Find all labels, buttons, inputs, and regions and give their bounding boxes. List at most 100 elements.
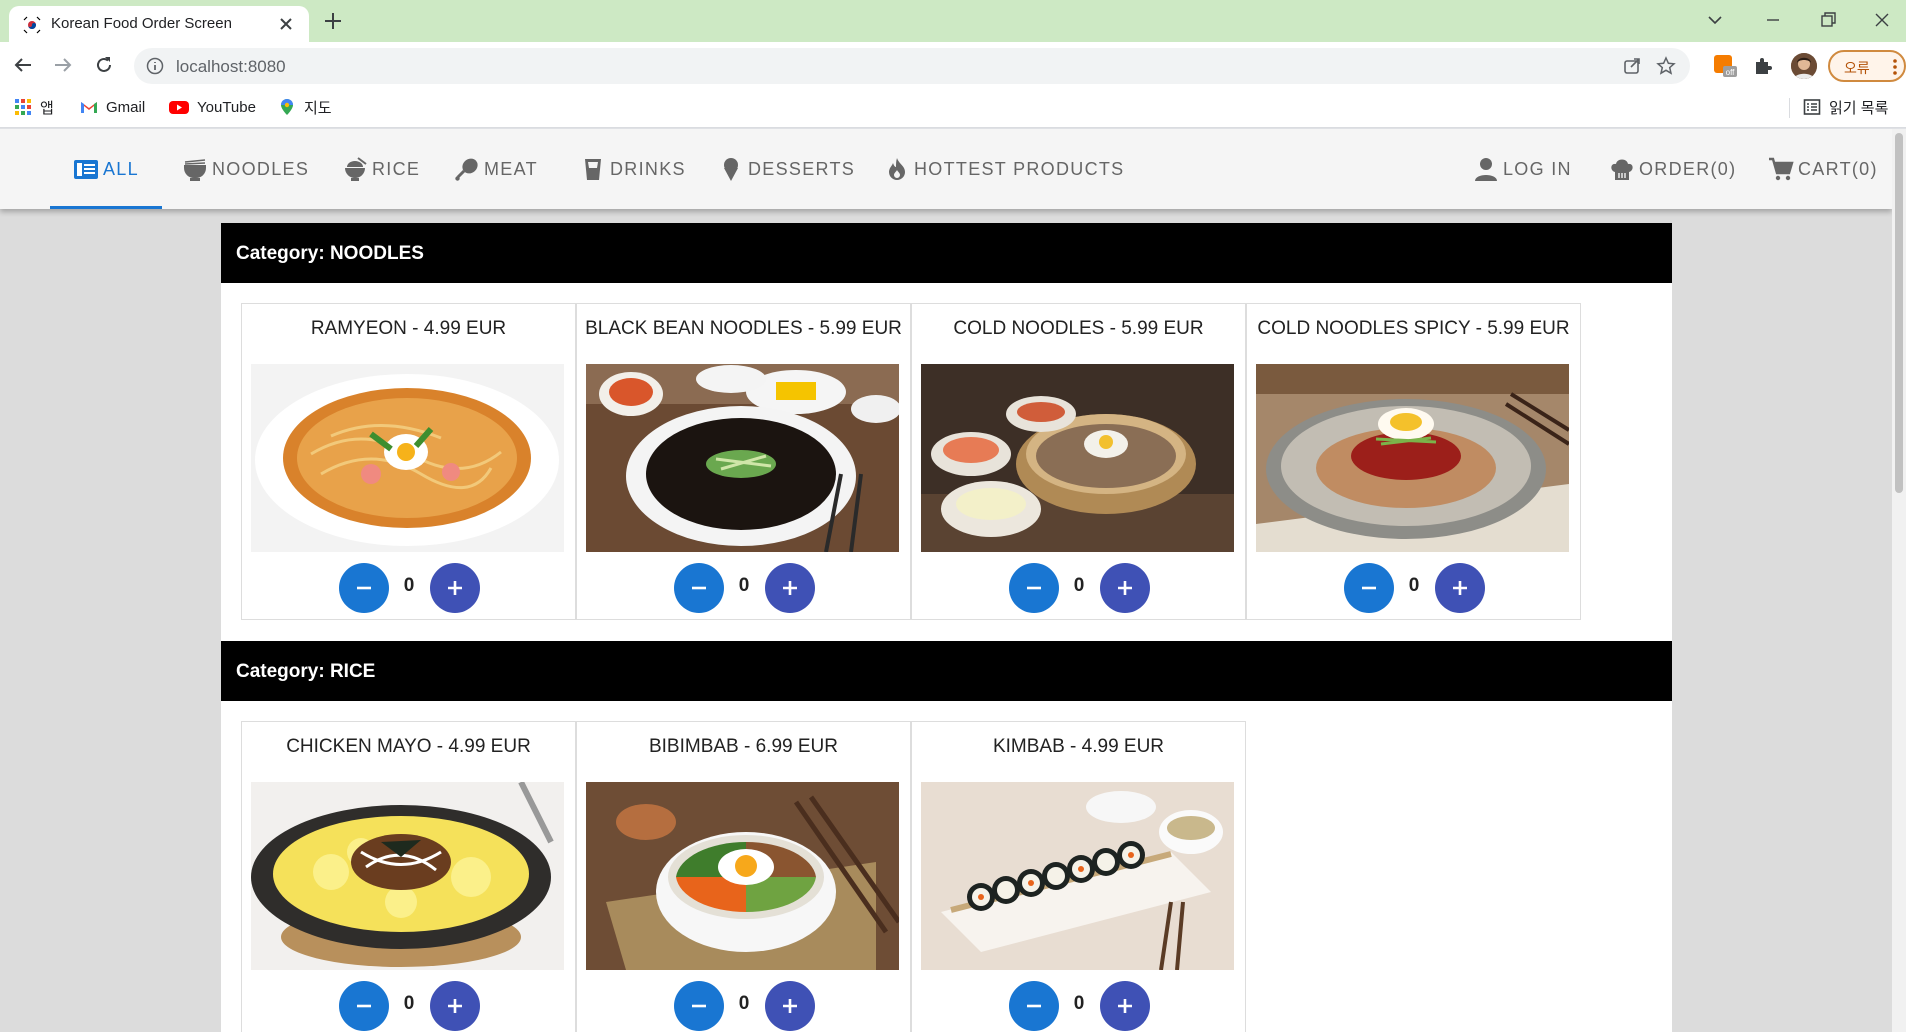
increase-quantity-button[interactable] — [1100, 981, 1150, 1031]
nav-label: CART(0) — [1798, 158, 1878, 179]
product-name: COLD NOODLES SPICY - 5.99 EUR — [1257, 318, 1570, 339]
new-tab-icon[interactable] — [322, 10, 344, 32]
maps-pin-icon — [281, 99, 293, 115]
menu-kebab-icon[interactable] — [1892, 57, 1898, 77]
decrease-quantity-button[interactable] — [339, 981, 389, 1031]
forward-icon[interactable] — [52, 54, 74, 76]
url-text: localhost:8080 — [176, 57, 286, 76]
decrease-quantity-button[interactable] — [674, 563, 724, 613]
extensions-puzzle-icon[interactable] — [1751, 54, 1775, 78]
bookmark-maps[interactable]: 지도 — [278, 97, 332, 117]
bookmarks-bar: 앱 Gmail YouTube 지도 읽기 목록 — [0, 88, 1906, 128]
cold-noodles-spicy-photo — [1256, 364, 1569, 552]
decrease-quantity-button[interactable] — [674, 981, 724, 1031]
reading-list-label: 읽기 목록 — [1829, 99, 1889, 117]
reading-list[interactable]: 읽기 목록 — [1803, 97, 1888, 117]
ice-cream-icon — [724, 158, 738, 181]
chicken-mayo-photo — [251, 782, 564, 970]
nav-cart[interactable]: CART(0) — [1768, 129, 1878, 209]
decrease-quantity-button[interactable] — [1009, 563, 1059, 613]
nav-label: LOG IN — [1503, 158, 1572, 179]
nav-noodles[interactable]: NOODLES — [182, 129, 309, 209]
close-window-icon[interactable] — [1872, 10, 1892, 30]
increase-quantity-button[interactable] — [430, 981, 480, 1031]
plus-icon — [783, 999, 797, 1013]
bibimbab-photo — [586, 782, 899, 970]
browser-tab[interactable]: Korean Food Order Screen — [9, 6, 309, 42]
nav-label: DESSERTS — [748, 158, 856, 179]
nav-log-in[interactable]: LOG IN — [1473, 129, 1572, 209]
plus-icon — [448, 999, 462, 1013]
products-panel: Category: NOODLES RAMYEON - 4.99 EUR 0 B… — [221, 223, 1672, 1032]
fire-icon — [889, 158, 905, 180]
page-viewport: ALL NOODLES RICE MEAT DRINKS DESSERTS HO… — [0, 129, 1892, 1032]
category-title: Category: RICE — [236, 661, 376, 682]
nav-desserts[interactable]: DESSERTS — [718, 129, 855, 209]
bookmarks-divider — [1789, 98, 1790, 118]
increase-quantity-button[interactable] — [1435, 563, 1485, 613]
product-card: CHICKEN MAYO - 4.99 EUR 0 — [241, 721, 576, 1032]
scrollbar-thumb[interactable] — [1895, 133, 1903, 493]
chef-hat-icon — [1611, 159, 1633, 180]
reload-icon[interactable] — [93, 54, 115, 76]
share-icon[interactable] — [1622, 56, 1642, 76]
product-card: BIBIMBAB - 6.99 EUR 0 — [576, 721, 911, 1032]
quantity-stepper: 0 — [912, 561, 1245, 613]
ramyeon-photo — [251, 364, 564, 552]
plus-icon — [1453, 581, 1467, 595]
decrease-quantity-button[interactable] — [1344, 563, 1394, 613]
plus-icon — [1118, 999, 1132, 1013]
minus-icon — [1362, 586, 1376, 590]
person-icon — [1475, 158, 1497, 181]
nav-rice[interactable]: RICE — [342, 129, 420, 209]
nav-all[interactable]: ALL — [73, 129, 139, 209]
tab-title: Korean Food Order Screen — [51, 15, 232, 32]
nav-label: ORDER(0) — [1639, 158, 1737, 179]
cart-icon — [1769, 157, 1794, 181]
product-card: KIMBAB - 4.99 EUR 0 — [911, 721, 1246, 1032]
product-name: COLD NOODLES - 5.99 EUR — [953, 318, 1204, 339]
tab-search-icon[interactable] — [1705, 10, 1725, 30]
page-scrollbar[interactable] — [1892, 129, 1906, 1032]
restore-icon[interactable] — [1818, 10, 1838, 30]
extension-off-icon[interactable]: off — [1713, 54, 1737, 78]
quantity-stepper: 0 — [577, 979, 910, 1031]
decrease-quantity-button[interactable] — [339, 563, 389, 613]
product-name: BLACK BEAN NOODLES - 5.99 EUR — [585, 318, 902, 339]
list-icon — [74, 160, 98, 179]
quantity-stepper: 0 — [242, 979, 575, 1031]
product-card: RAMYEON - 4.99 EUR 0 — [241, 303, 576, 620]
nav-order[interactable]: ORDER(0) — [1609, 129, 1736, 209]
site-info-icon[interactable] — [146, 57, 164, 75]
increase-quantity-button[interactable] — [1100, 563, 1150, 613]
quantity-value: 0 — [1073, 575, 1085, 596]
address-bar[interactable]: localhost:8080 — [134, 48, 1690, 84]
quantity-stepper: 0 — [912, 979, 1245, 1031]
minimize-icon[interactable] — [1763, 10, 1783, 30]
bookmark-gmail[interactable]: Gmail — [80, 97, 145, 117]
minus-icon — [692, 1004, 706, 1008]
nav-drinks[interactable]: DRINKS — [580, 129, 686, 209]
profile-avatar[interactable] — [1791, 53, 1817, 79]
browser-toolbar: localhost:8080 off 오류 — [0, 42, 1906, 88]
plus-icon — [783, 581, 797, 595]
back-icon[interactable] — [12, 54, 34, 76]
nav-label: ALL — [103, 158, 139, 179]
bookmark-apps[interactable]: 앱 — [14, 97, 54, 117]
increase-quantity-button[interactable] — [765, 563, 815, 613]
bookmark-label: Gmail — [106, 98, 146, 116]
error-status-button[interactable]: 오류 — [1828, 50, 1906, 82]
bookmark-star-icon[interactable] — [1656, 56, 1676, 76]
close-tab-icon[interactable] — [279, 17, 293, 31]
reading-list-icon — [1803, 99, 1821, 115]
active-tab-indicator — [50, 206, 162, 209]
nav-hottest-products[interactable]: HOTTEST PRODUCTS — [884, 129, 1124, 209]
quantity-stepper: 0 — [242, 561, 575, 613]
increase-quantity-button[interactable] — [430, 563, 480, 613]
decrease-quantity-button[interactable] — [1009, 981, 1059, 1031]
nav-meat[interactable]: MEAT — [454, 129, 538, 209]
increase-quantity-button[interactable] — [765, 981, 815, 1031]
bookmark-label: 앱 — [40, 99, 54, 117]
rice-bowl-icon — [345, 157, 367, 181]
bookmark-youtube[interactable]: YouTube — [169, 97, 256, 117]
